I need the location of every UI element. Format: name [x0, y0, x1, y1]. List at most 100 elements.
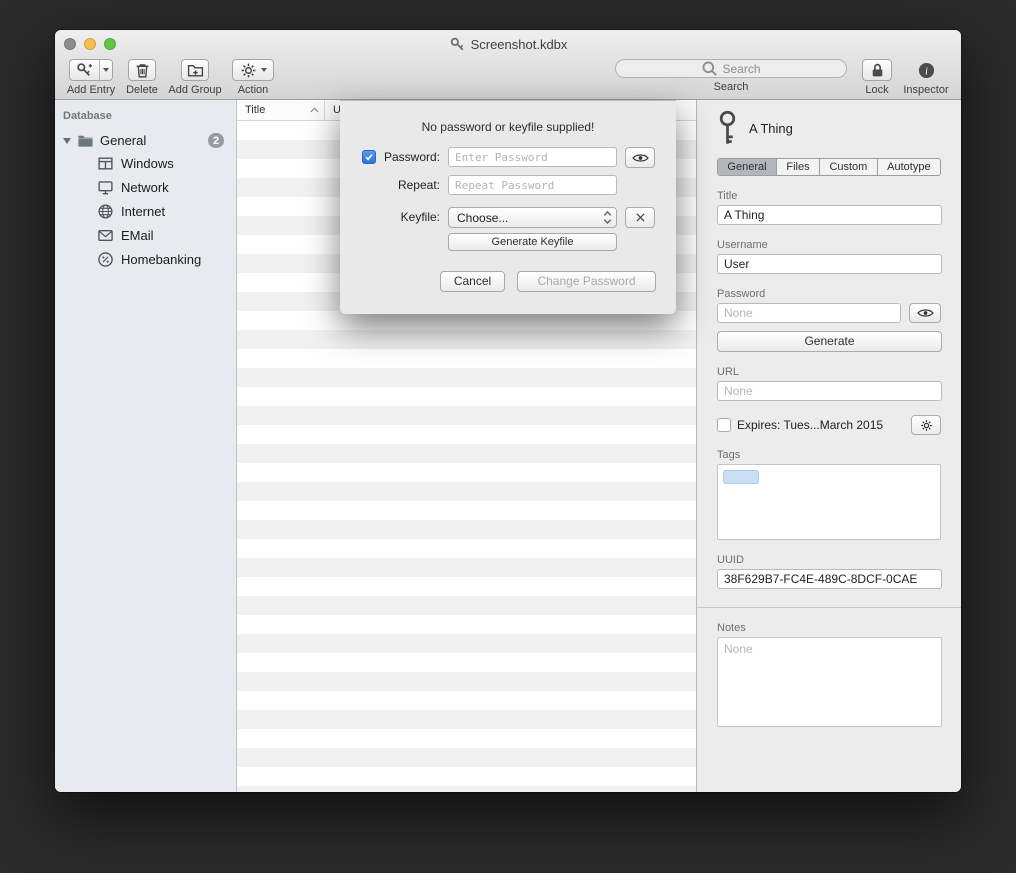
sidebar-item-internet[interactable]: Internet: [55, 199, 236, 223]
disclosure-triangle-icon[interactable]: [63, 138, 71, 144]
keyfile-label: Keyfile:: [370, 207, 440, 227]
info-circle-icon: i: [918, 62, 935, 79]
sidebar-item-windows[interactable]: Windows: [55, 151, 236, 175]
password-field-label: Password: [717, 288, 941, 300]
repeat-input[interactable]: [448, 175, 617, 195]
inspector-divider: [697, 607, 961, 608]
add-group-button[interactable]: Add Group: [165, 59, 225, 96]
tags-field-label: Tags: [717, 449, 941, 461]
tab-custom[interactable]: Custom: [820, 159, 878, 175]
sidebar-item-label: General: [100, 133, 146, 148]
sidebar-item-email[interactable]: EMail: [55, 223, 236, 247]
inspector-button[interactable]: i Inspector: [898, 59, 954, 96]
folder-icon: [77, 132, 94, 149]
column-header-username[interactable]: U: [325, 104, 341, 116]
window-chrome: Screenshot.kdbx Add Entry Delete: [55, 30, 961, 100]
chevron-down-icon: [103, 68, 109, 72]
username-field[interactable]: [717, 254, 942, 274]
repeat-row: Repeat:: [340, 175, 676, 197]
add-group-label: Add Group: [168, 84, 221, 96]
toolbar: Add Entry Delete Add Group Action: [55, 56, 961, 100]
eye-icon: [917, 308, 934, 318]
expires-settings-button[interactable]: [911, 415, 941, 435]
change-password-button[interactable]: Change Password: [517, 271, 656, 292]
percent-coin-icon: [97, 251, 114, 268]
tags-field[interactable]: [717, 464, 941, 540]
search-input[interactable]: Search: [615, 59, 847, 78]
generate-password-button[interactable]: Generate: [717, 331, 942, 352]
action-label: Action: [238, 84, 269, 96]
uuid-field-label: UUID: [717, 554, 941, 566]
change-password-sheet: No password or keyfile supplied! Passwor…: [340, 100, 676, 314]
keyfile-popup-value: Choose...: [457, 211, 508, 225]
tag-chip: [723, 470, 759, 484]
window-title-text: Screenshot.kdbx: [471, 37, 568, 52]
url-field[interactable]: [717, 381, 942, 401]
popup-stepper-icon: [603, 210, 612, 225]
search-label: Search: [714, 81, 749, 93]
reveal-password-button[interactable]: [625, 147, 655, 168]
add-entry-label: Add Entry: [67, 84, 115, 96]
gear-icon: [240, 62, 257, 79]
generate-keyfile-button[interactable]: Generate Keyfile: [448, 233, 617, 251]
notes-field[interactable]: [717, 637, 942, 727]
column-header-title[interactable]: Title: [237, 100, 325, 120]
inspector-tabs: General Files Custom Autotype: [717, 158, 941, 176]
title-field-label: Title: [717, 190, 941, 202]
window-icon: [97, 155, 114, 172]
tab-files[interactable]: Files: [777, 159, 820, 175]
sidebar-item-general[interactable]: General 2: [55, 130, 236, 151]
delete-label: Delete: [126, 84, 158, 96]
keyfile-popup[interactable]: Choose...: [448, 207, 617, 228]
password-label: Password:: [370, 147, 440, 167]
lock-icon: [869, 62, 886, 79]
sidebar: Database General 2 Windows Network Inter…: [55, 100, 237, 792]
lock-button[interactable]: Lock: [859, 59, 895, 96]
clear-keyfile-button[interactable]: [625, 207, 655, 228]
inspector-panel: A Thing General Files Custom Autotype Ti…: [696, 100, 961, 792]
url-field-label: URL: [717, 366, 941, 378]
entry-title: A Thing: [749, 121, 793, 136]
sidebar-item-label: EMail: [121, 228, 154, 243]
inspector-header: A Thing: [717, 110, 941, 146]
reveal-password-button[interactable]: [909, 303, 941, 323]
expires-label: Expires: Tues...March 2015: [737, 418, 883, 432]
entry-count-badge: 2: [208, 133, 224, 148]
sidebar-item-label: Network: [121, 180, 169, 195]
window-title: Screenshot.kdbx: [55, 36, 961, 52]
key-icon: [717, 110, 738, 146]
sidebar-item-homebanking[interactable]: Homebanking: [55, 247, 236, 271]
repeat-label: Repeat:: [370, 175, 440, 195]
chevron-down-icon: [261, 68, 267, 72]
notes-field-label: Notes: [717, 622, 941, 634]
add-entry-dropdown[interactable]: [99, 60, 112, 80]
password-field[interactable]: [717, 303, 901, 323]
sidebar-item-network[interactable]: Network: [55, 175, 236, 199]
sort-ascending-icon: [310, 107, 319, 113]
column-title-label: Title: [245, 104, 265, 116]
monitor-icon: [97, 179, 114, 196]
password-row: Password:: [340, 147, 676, 169]
folder-plus-icon: [187, 62, 204, 79]
search-tool: Search Search: [613, 59, 849, 93]
svg-text:i: i: [925, 66, 928, 77]
gear-icon: [920, 419, 933, 432]
keyfile-row: Keyfile: Choose...: [340, 207, 676, 229]
tab-general[interactable]: General: [718, 159, 777, 175]
cancel-button[interactable]: Cancel: [440, 271, 505, 292]
delete-button[interactable]: Delete: [121, 59, 163, 96]
sidebar-item-label: Internet: [121, 204, 165, 219]
lock-label: Lock: [865, 84, 888, 96]
title-field[interactable]: [717, 205, 942, 225]
uuid-field[interactable]: [717, 569, 942, 589]
expires-checkbox[interactable]: [717, 418, 731, 432]
tab-autotype[interactable]: Autotype: [878, 159, 940, 175]
eye-icon: [632, 153, 649, 163]
action-button[interactable]: Action: [231, 59, 275, 96]
inspector-label: Inspector: [903, 84, 948, 96]
envelope-icon: [97, 227, 114, 244]
password-input[interactable]: [448, 147, 617, 167]
sidebar-header: Database: [55, 106, 236, 126]
globe-icon: [97, 203, 114, 220]
add-entry-button[interactable]: Add Entry: [65, 59, 117, 96]
